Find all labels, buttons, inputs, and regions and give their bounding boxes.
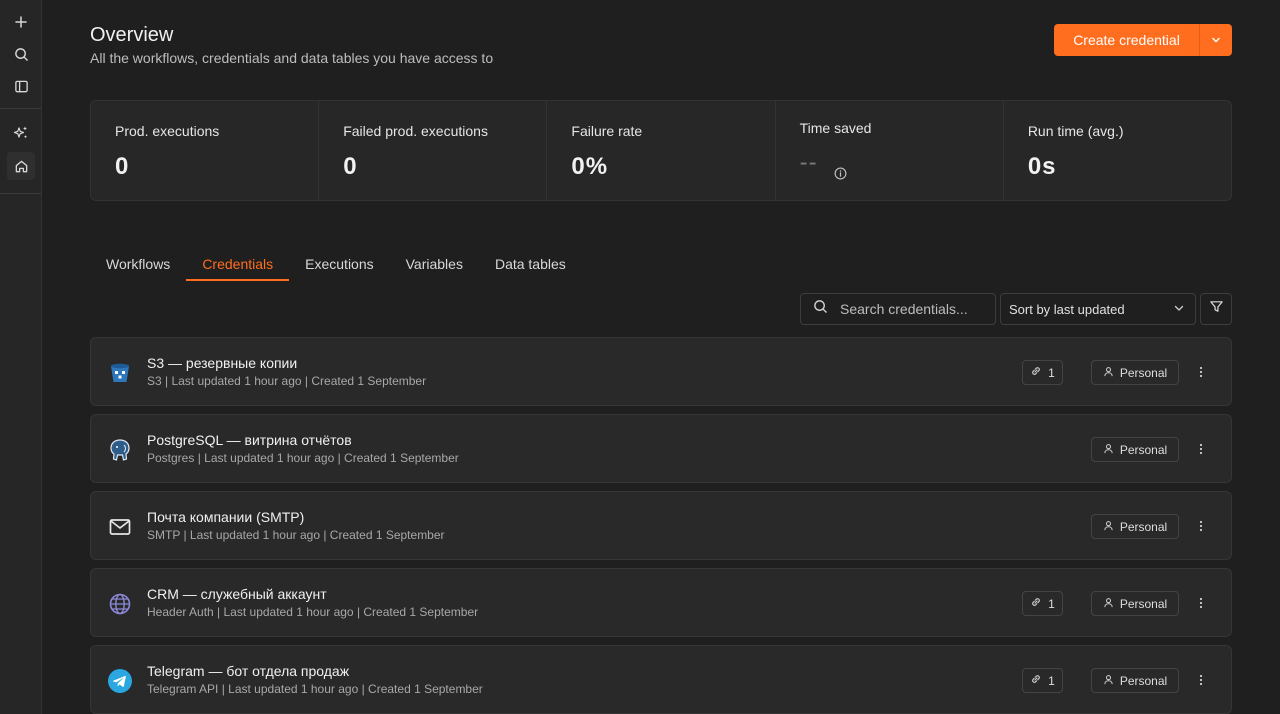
sort-label: Sort by last updated <box>1009 301 1125 317</box>
more-options-icon[interactable] <box>1193 439 1209 459</box>
sparkles-icon[interactable] <box>7 119 35 147</box>
credential-title[interactable]: PostgreSQL — витрина отчётов <box>147 432 352 448</box>
owner-badge: Personal <box>1091 437 1179 462</box>
owner-label: Personal <box>1119 365 1168 380</box>
more-options-icon[interactable] <box>1193 362 1209 382</box>
credential-title[interactable]: CRM — служебный аккаунт <box>147 586 327 602</box>
info-icon[interactable] <box>834 167 847 185</box>
create-credential-split-button: Create credential <box>1054 24 1232 56</box>
sort-select[interactable]: Sort by last updated <box>1000 293 1196 325</box>
stat-failure-rate[interactable]: Failure rate 0% <box>547 101 776 200</box>
user-icon <box>1103 443 1114 457</box>
home-icon[interactable] <box>7 152 35 180</box>
stat-label: Prod. executions <box>115 123 220 139</box>
owner-badge: Personal <box>1091 360 1179 385</box>
stat-label: Time saved <box>799 120 872 136</box>
user-icon <box>1103 366 1114 380</box>
usage-count: 1 <box>1048 596 1055 611</box>
credential-title[interactable]: Почта компании (SMTP) <box>147 509 304 525</box>
credential-row[interactable]: Почта компании (SMTP) SMTP | Last update… <box>90 491 1232 560</box>
more-options-icon[interactable] <box>1193 593 1209 613</box>
search-box <box>800 293 996 325</box>
user-icon <box>1103 520 1114 534</box>
tab-variables[interactable]: Variables <box>390 246 479 281</box>
envelope-icon <box>106 513 134 541</box>
link-icon <box>1030 673 1042 688</box>
owner-badge: Personal <box>1091 514 1179 539</box>
stat-value: 0% <box>571 153 609 180</box>
stat-prod-executions[interactable]: Prod. executions 0 <box>91 101 320 200</box>
user-icon <box>1103 597 1114 611</box>
owner-label: Personal <box>1119 596 1168 611</box>
search-icon <box>813 299 828 319</box>
sidebar-divider <box>0 193 41 194</box>
credential-row[interactable]: Telegram — бот отдела продаж Telegram AP… <box>90 645 1232 714</box>
credential-title[interactable]: Telegram — бот отдела продаж <box>147 663 349 679</box>
credential-title[interactable]: S3 — резервные копии <box>147 355 297 371</box>
filter-icon <box>1209 299 1224 319</box>
globe-icon <box>106 590 134 618</box>
credential-meta: Telegram API | Last updated 1 hour ago |… <box>147 682 483 696</box>
user-icon <box>1103 674 1114 688</box>
tab-workflows[interactable]: Workflows <box>90 246 186 281</box>
owner-badge: Personal <box>1091 591 1179 616</box>
stat-value: 0s <box>1027 153 1057 180</box>
search-input[interactable] <box>840 301 980 317</box>
sidebar <box>0 0 42 714</box>
tab-credentials[interactable]: Credentials <box>186 246 290 281</box>
insights-summary: Prod. executions 0 Failed prod. executio… <box>90 100 1232 201</box>
stat-label: Run time (avg.) <box>1027 123 1124 139</box>
more-options-icon[interactable] <box>1193 516 1209 536</box>
link-icon <box>1030 365 1042 380</box>
credential-meta: Header Auth | Last updated 1 hour ago | … <box>147 605 479 619</box>
stat-value: 0 <box>115 153 130 180</box>
tab-data-tables[interactable]: Data tables <box>479 246 582 281</box>
credential-meta: Postgres | Last updated 1 hour ago | Cre… <box>147 451 459 465</box>
chevron-down-icon <box>1173 302 1185 317</box>
credential-row[interactable]: CRM — служебный аккаунт Header Auth | La… <box>90 568 1232 637</box>
usage-count-badge: 1 <box>1022 360 1063 385</box>
stat-value: -- <box>799 149 818 176</box>
filter-button[interactable] <box>1200 293 1232 325</box>
owner-label: Personal <box>1119 519 1168 534</box>
chevron-down-icon[interactable] <box>1200 24 1232 56</box>
stat-label: Failure rate <box>571 123 643 139</box>
s3-bucket-icon <box>106 359 134 387</box>
link-icon <box>1030 596 1042 611</box>
tab-executions[interactable]: Executions <box>289 246 389 281</box>
usage-count-badge: 1 <box>1022 668 1063 693</box>
overview-tabs: Workflows Credentials Executions Variabl… <box>90 246 582 282</box>
owner-badge: Personal <box>1091 668 1179 693</box>
stat-run-time-avg[interactable]: Run time (avg.) 0s <box>1004 101 1231 200</box>
search-icon[interactable] <box>7 40 35 68</box>
usage-count-badge: 1 <box>1022 591 1063 616</box>
usage-count: 1 <box>1048 673 1055 688</box>
add-icon[interactable] <box>7 8 35 36</box>
stat-value: 0 <box>343 153 358 180</box>
more-options-icon[interactable] <box>1193 670 1209 690</box>
credential-row[interactable]: S3 — резервные копии S3 | Last updated 1… <box>90 337 1232 406</box>
owner-label: Personal <box>1119 442 1168 457</box>
page-title: Overview <box>90 24 174 46</box>
owner-label: Personal <box>1119 673 1168 688</box>
credential-meta: S3 | Last updated 1 hour ago | Created 1… <box>147 374 427 388</box>
stat-time-saved[interactable]: Time saved -- <box>776 101 1004 200</box>
postgres-elephant-icon <box>106 436 134 464</box>
panel-toggle-icon[interactable] <box>7 72 35 100</box>
telegram-icon <box>106 667 134 695</box>
stat-label: Failed prod. executions <box>343 123 488 139</box>
credential-meta: SMTP | Last updated 1 hour ago | Created… <box>147 528 445 542</box>
usage-count: 1 <box>1048 365 1055 380</box>
stat-failed-prod-executions[interactable]: Failed prod. executions 0 <box>319 101 548 200</box>
sidebar-divider <box>0 108 41 109</box>
credential-row[interactable]: PostgreSQL — витрина отчётов Postgres | … <box>90 414 1232 483</box>
page-subtitle: All the workflows, credentials and data … <box>90 50 494 66</box>
create-credential-button[interactable]: Create credential <box>1054 24 1200 56</box>
